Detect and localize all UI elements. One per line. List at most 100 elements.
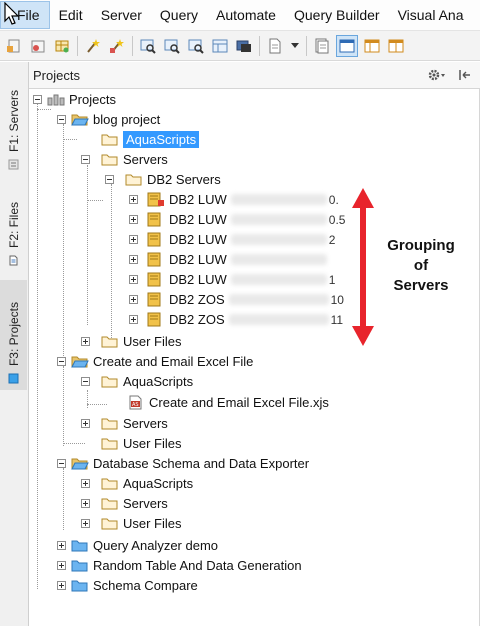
folder-aquascripts-selected[interactable]: AquaScripts [101, 130, 201, 149]
layout-single-icon[interactable] [336, 34, 358, 57]
toolbar-separator [306, 35, 307, 56]
project-random-table-label: Random Table And Data Generation [93, 558, 302, 573]
collapse-toggle[interactable] [81, 377, 90, 386]
project-excel[interactable]: Create and Email Excel File [57, 352, 253, 371]
folder-user-files-label: User Files [123, 516, 182, 531]
db2-server-icon [147, 292, 161, 307]
expand-toggle[interactable] [129, 215, 138, 224]
folder-icon [125, 174, 142, 186]
document-icon[interactable] [265, 36, 285, 56]
server-label: DB2 LUW [169, 212, 227, 227]
gear-icon[interactable] [428, 69, 448, 81]
projects-panel: Projects Projects blog project AquaScrip… [29, 62, 480, 626]
expand-toggle[interactable] [81, 419, 90, 428]
expand-toggle[interactable] [81, 337, 90, 346]
server-item[interactable]: DB2 ZOS 10 [129, 290, 344, 309]
project-schema-compare[interactable]: Schema Compare [57, 576, 198, 595]
monitor-icon[interactable] [234, 36, 254, 56]
svg-text:AS: AS [132, 402, 139, 408]
db2-server-icon [147, 312, 161, 327]
folder-db2-servers[interactable]: DB2 Servers [105, 170, 221, 189]
folder-servers[interactable]: Servers [81, 150, 168, 169]
collapse-toggle[interactable] [57, 115, 66, 124]
collapse-toggle[interactable] [105, 175, 114, 184]
menu-automate[interactable]: Automate [207, 0, 285, 30]
folder-user-files[interactable]: User Files [81, 514, 182, 533]
dropdown-arrow-icon[interactable] [289, 36, 301, 56]
annotation-line-1: Grouping [387, 237, 455, 254]
collapse-toggle[interactable] [57, 357, 66, 366]
expand-toggle[interactable] [81, 519, 90, 528]
table-icon[interactable] [52, 36, 72, 56]
wizard-data-icon[interactable] [107, 36, 127, 56]
project-blog-label: blog project [93, 112, 161, 127]
expand-toggle[interactable] [129, 275, 138, 284]
grid-view-icon[interactable] [210, 36, 230, 56]
collapse-toggle[interactable] [57, 459, 66, 468]
expand-toggle[interactable] [57, 581, 66, 590]
expand-toggle[interactable] [129, 235, 138, 244]
server-item[interactable]: DB2 LUW 2 [129, 230, 335, 249]
folder-user-files[interactable]: User Files [81, 332, 182, 351]
server-item[interactable]: DB2 ZOS 11 [129, 310, 343, 329]
search-results-icon[interactable] [162, 36, 182, 56]
expand-toggle[interactable] [57, 541, 66, 550]
toolbar-separator [259, 35, 260, 56]
expand-toggle[interactable] [129, 255, 138, 264]
project-folder-icon [71, 540, 88, 552]
menu-server[interactable]: Server [92, 0, 151, 30]
expand-toggle[interactable] [81, 499, 90, 508]
collapse-toggle[interactable] [81, 155, 90, 164]
tab-files[interactable]: F2: Files [0, 192, 27, 272]
project-random-table[interactable]: Random Table And Data Generation [57, 556, 302, 575]
folder-aquascripts[interactable]: AquaScripts [81, 474, 193, 493]
folder-db2-servers-label: DB2 Servers [147, 172, 221, 187]
menu-query-builder[interactable]: Query Builder [285, 0, 389, 30]
expand-toggle[interactable] [129, 195, 138, 204]
menu-query[interactable]: Query [151, 0, 207, 30]
folder-icon [101, 438, 118, 450]
script-file[interactable]: AS Create and Email Excel File.xjs [127, 393, 329, 412]
project-query-analyzer[interactable]: Query Analyzer demo [57, 536, 218, 555]
compare-icon[interactable] [186, 36, 206, 56]
folder-servers[interactable]: Servers [81, 494, 168, 513]
tab-projects-label: F3: Projects [6, 301, 21, 366]
redacted-host [230, 194, 327, 205]
expand-toggle[interactable] [81, 479, 90, 488]
tab-servers[interactable]: F1: Servers [0, 66, 27, 176]
project-schema-exporter[interactable]: Database Schema and Data Exporter [57, 454, 309, 473]
folder-icon [101, 518, 118, 530]
search-icon[interactable] [138, 36, 158, 56]
menu-visual-analytics[interactable]: Visual Ana [389, 0, 473, 30]
db2-server-icon [147, 232, 161, 247]
server-item[interactable]: DB2 LUW 1 [129, 270, 335, 289]
layout-split-icon[interactable] [362, 36, 382, 56]
history-icon[interactable] [312, 36, 332, 56]
mouse-cursor-icon [4, 2, 20, 25]
project-query-analyzer-label: Query Analyzer demo [93, 538, 219, 553]
folder-aquascripts[interactable]: AquaScripts [81, 372, 193, 391]
expand-toggle[interactable] [129, 295, 138, 304]
new-query-icon[interactable] [4, 36, 24, 56]
server-item[interactable]: DB2 LUW 0.5 [129, 210, 345, 229]
collapse-toggle[interactable] [33, 95, 42, 104]
folder-user-files[interactable]: User Files [101, 434, 182, 453]
db2-server-icon [147, 272, 161, 287]
redacted-host [230, 274, 327, 285]
tree-root[interactable]: Projects [33, 90, 116, 109]
projects-root-icon [47, 94, 65, 106]
layout-tiled-icon[interactable] [386, 36, 406, 56]
menu-edit[interactable]: Edit [50, 0, 92, 30]
server-item[interactable]: DB2 LUW [129, 250, 329, 269]
project-blog[interactable]: blog project [57, 110, 160, 129]
wizard-icon[interactable] [83, 36, 103, 56]
minimize-panel-icon[interactable] [458, 69, 472, 81]
procedure-icon[interactable] [28, 36, 48, 56]
expand-toggle[interactable] [57, 561, 66, 570]
expand-toggle[interactable] [129, 315, 138, 324]
toolbar-separator [132, 35, 133, 56]
folder-servers[interactable]: Servers [81, 414, 168, 433]
tab-files-label: F2: Files [6, 201, 21, 248]
server-item[interactable]: DB2 LUW 0. [129, 190, 339, 209]
tab-projects[interactable]: F3: Projects [0, 280, 27, 390]
